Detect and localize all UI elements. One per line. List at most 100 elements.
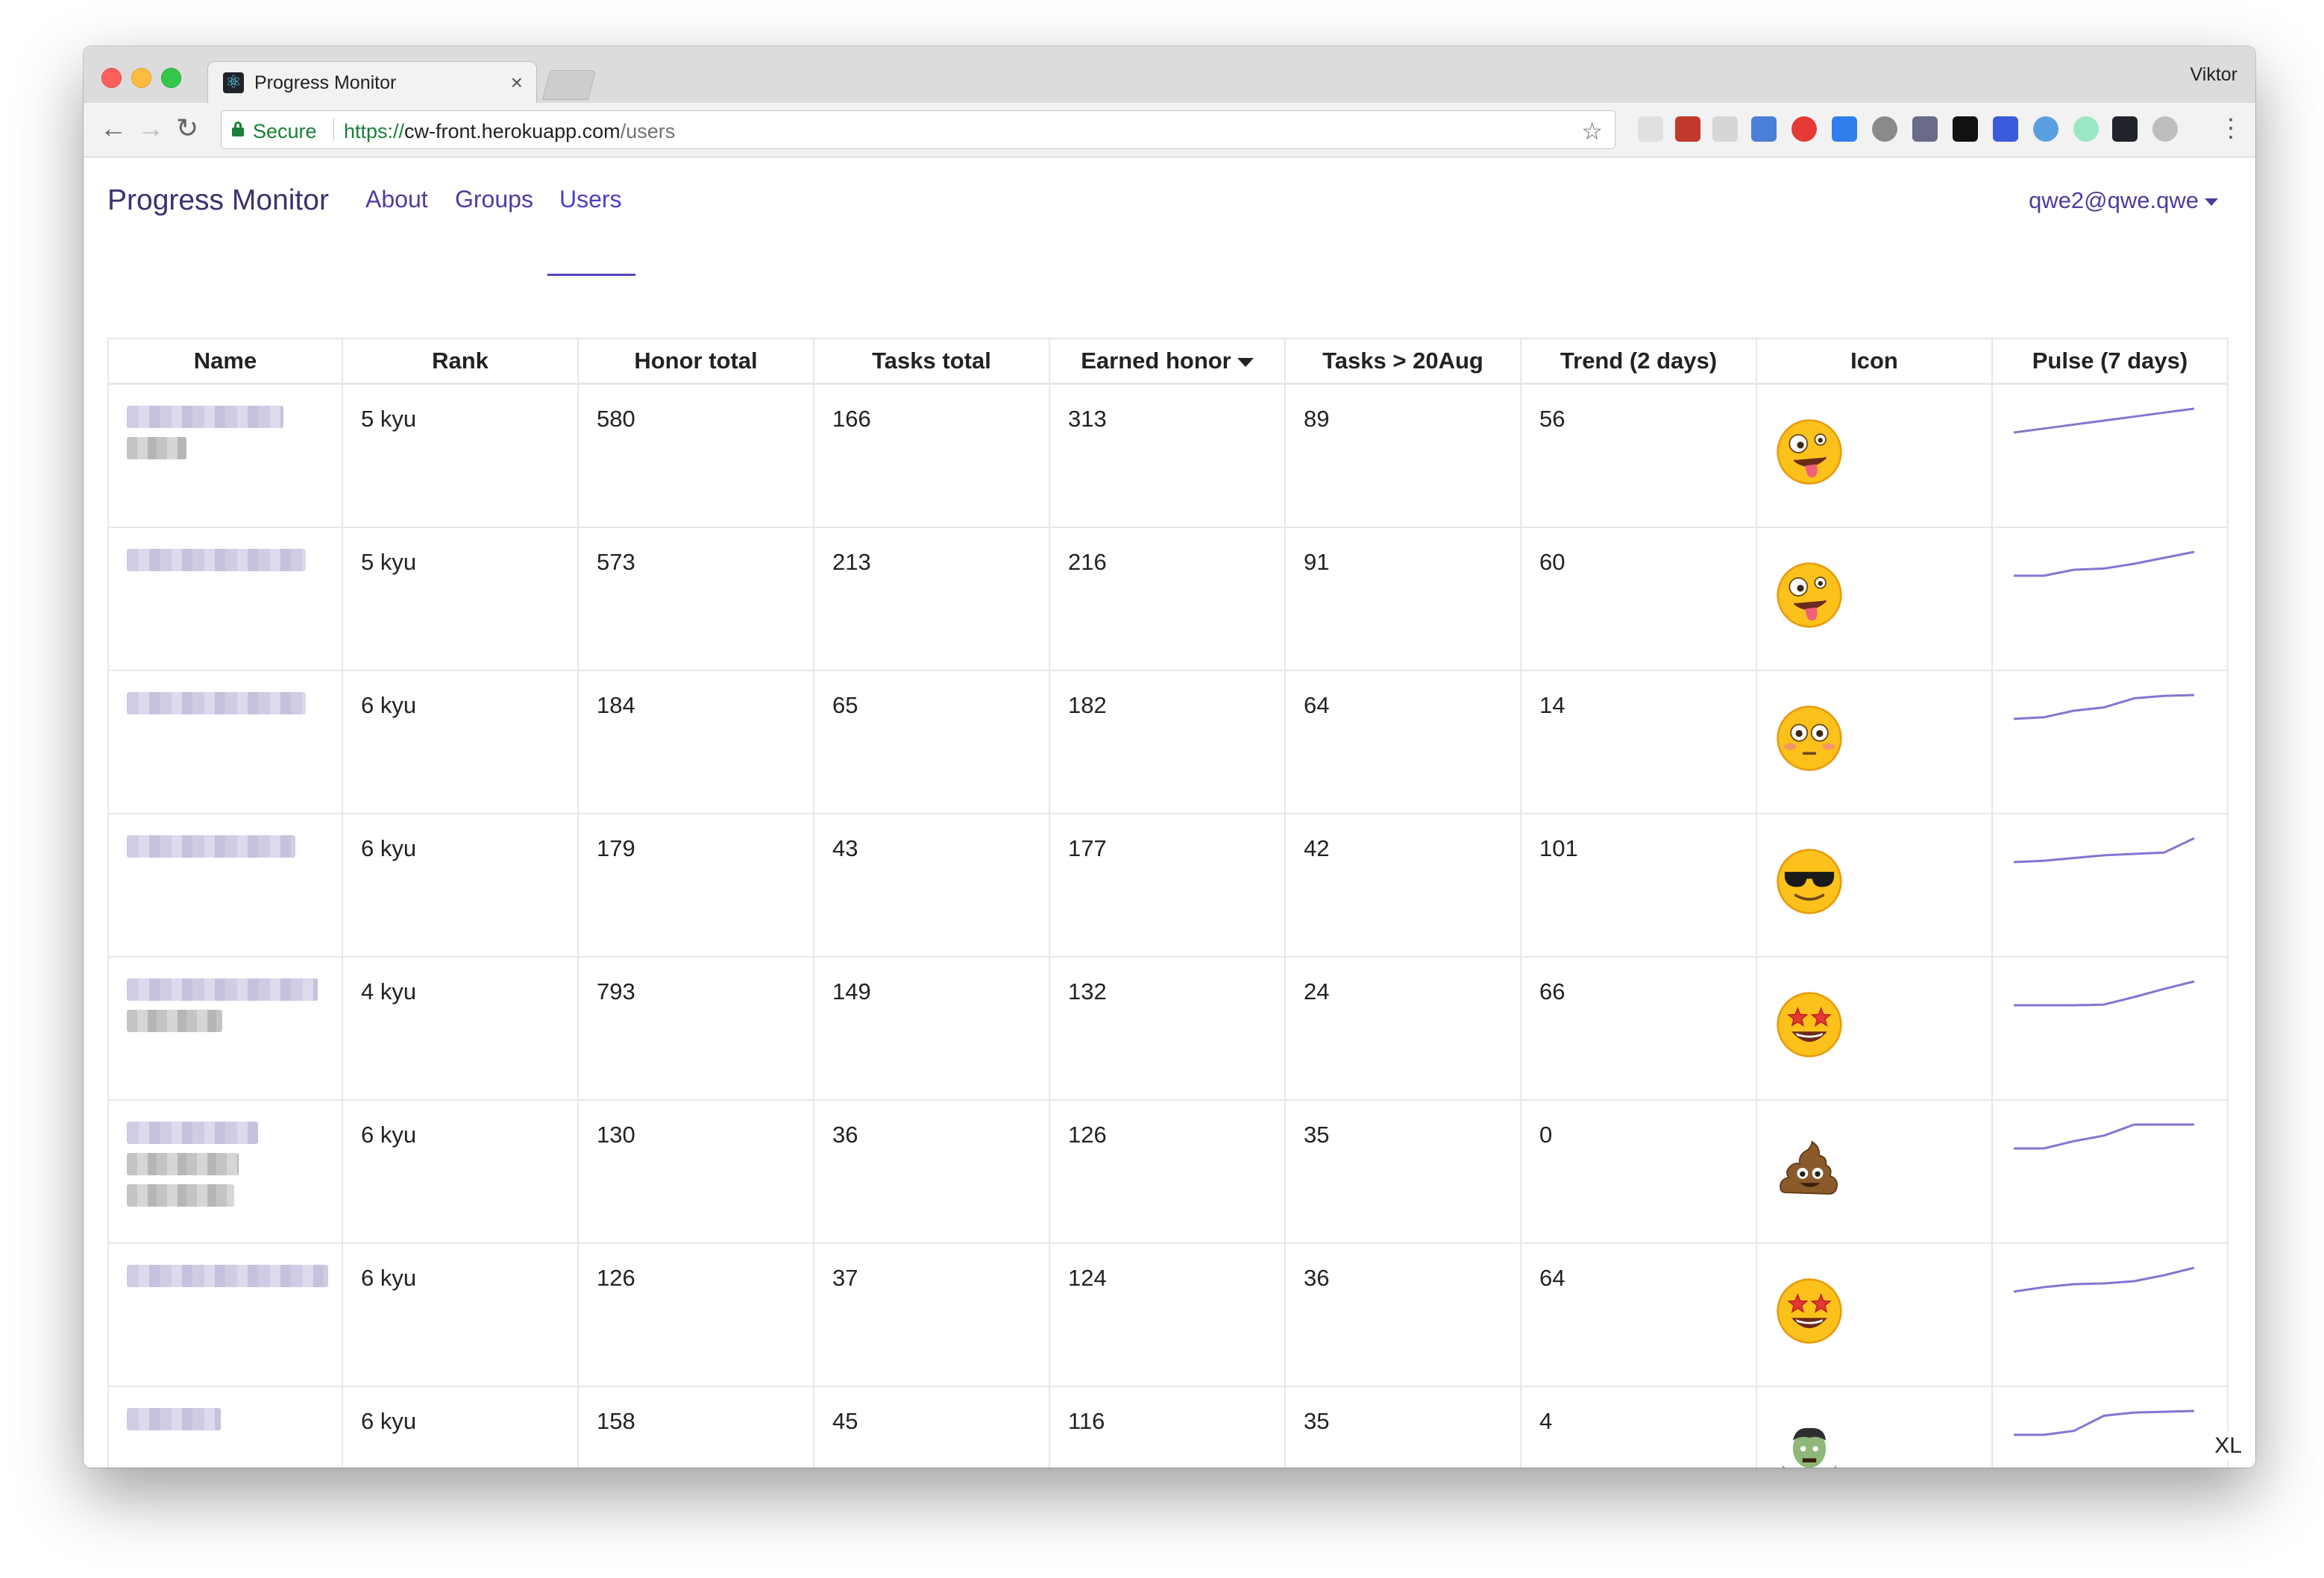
column-header-icon[interactable]: Icon (1756, 338, 1993, 385)
cell-tasks-total: 37 (813, 1242, 1050, 1387)
pulse-line (2014, 1123, 2194, 1149)
close-window-button[interactable] (101, 68, 122, 88)
cell-icon (1756, 1242, 1993, 1387)
pulse-sparkline (2013, 837, 2195, 863)
pulse-line (2014, 980, 2195, 1006)
cell-pulse (1991, 669, 2229, 814)
pulse-line (2014, 1409, 2195, 1436)
cell-name (107, 526, 343, 671)
column-header-trend[interactable]: Trend (2 days) (1520, 338, 1757, 385)
blurred-name (127, 406, 283, 428)
extension-eyedropper-icon[interactable] (1912, 116, 1938, 142)
minimize-window-button[interactable] (131, 68, 151, 88)
table-row: 6 kyu 130 36 126 35 0 (107, 1098, 2229, 1244)
cell-earned-honor: 116 (1049, 1385, 1286, 1468)
tab-close-icon[interactable]: × (511, 71, 523, 95)
column-header-earned-honor[interactable]: Earned honor (1049, 338, 1286, 385)
pulse-line (2014, 550, 2195, 576)
address-bar[interactable]: Secure https://cw-front.herokuapp.com/us… (221, 110, 1615, 149)
cell-tasks-since: 35 (1284, 1385, 1521, 1468)
cell-honor-total: 573 (577, 526, 814, 671)
cell-trend: 14 (1520, 669, 1757, 814)
new-tab-button[interactable] (542, 70, 596, 100)
cell-tasks-total: 36 (813, 1098, 1050, 1244)
cell-icon (1756, 1098, 1993, 1244)
pulse-sparkline (2013, 407, 2195, 434)
cell-tasks-since: 89 (1284, 383, 1521, 528)
cell-pulse (1991, 1098, 2229, 1244)
browser-tab[interactable]: ⚛ Progress Monitor × (207, 61, 537, 103)
pulse-line (2013, 837, 2195, 863)
cell-name (107, 1098, 343, 1244)
extension-person-icon[interactable] (1712, 116, 1738, 142)
cell-earned-honor: 313 (1049, 383, 1286, 528)
table-row: 6 kyu 126 37 124 36 64 (107, 1242, 2229, 1387)
blurred-name (127, 437, 186, 459)
table-row: 6 kyu 184 65 182 64 14 (107, 669, 2229, 814)
cell-honor-total: 184 (577, 669, 814, 814)
back-arrow-icon[interactable]: ← (100, 113, 127, 143)
forward-arrow-icon[interactable]: → (137, 113, 164, 143)
url-separator (333, 119, 334, 141)
column-header-rank[interactable]: Rank (342, 338, 579, 385)
bookmark-star-icon[interactable]: ☆ (1581, 117, 1603, 145)
nav-link-users[interactable]: Users (559, 186, 622, 213)
browser-menu-icon[interactable]: ⋮ (2218, 113, 2243, 143)
brand-title[interactable]: Progress Monitor (107, 184, 329, 217)
browser-toolbar: ← → ↻ Secure https://cw-front.herokuapp.… (84, 103, 2255, 157)
reload-icon[interactable]: ↻ (176, 113, 198, 143)
pulse-sparkline (2013, 1266, 2195, 1292)
cell-honor-total: 580 (577, 383, 814, 528)
user-email: qwe2@qwe.qwe (2029, 187, 2199, 213)
table-row: 6 kyu 158 45 116 35 4 (107, 1385, 2229, 1468)
zany-face-icon (1777, 419, 1842, 485)
extension-react-icon[interactable] (2112, 116, 2138, 142)
column-header-honor-total[interactable]: Honor total (577, 338, 814, 385)
cell-icon (1756, 955, 1993, 1101)
cell-name (107, 1242, 343, 1387)
profile-name[interactable]: Viktor (2190, 64, 2237, 86)
extension-screenshot-icon[interactable] (1832, 116, 1857, 142)
zombie-icon (1782, 1427, 1837, 1468)
column-header-tasks-total[interactable]: Tasks total (813, 338, 1050, 385)
extension-translate-icon[interactable] (1751, 116, 1777, 142)
extension-json-icon[interactable] (1638, 116, 1663, 142)
maximize-window-button[interactable] (161, 68, 181, 88)
cell-earned-honor: 182 (1049, 669, 1286, 814)
extension-bug-icon[interactable] (1872, 116, 1897, 142)
cell-tasks-total: 65 (813, 669, 1050, 814)
extension-globe-icon[interactable] (2033, 116, 2058, 142)
star-struck-face-icon (1777, 1277, 1842, 1344)
extension-circle-icon[interactable] (2152, 116, 2178, 142)
extension-color-icon[interactable] (2073, 116, 2099, 142)
nav-link-about[interactable]: About (365, 186, 428, 213)
extension-opera-icon[interactable] (1791, 116, 1817, 142)
user-menu-dropdown[interactable]: qwe2@qwe.qwe (2029, 187, 2218, 214)
column-header-name[interactable]: Name (107, 338, 343, 385)
extension-badge-icon[interactable] (1675, 116, 1700, 142)
extension-grid-icon[interactable] (1993, 116, 2018, 142)
cell-pulse (1991, 383, 2229, 528)
page-content: Progress Monitor About Groups Users qwe2… (84, 157, 2255, 1468)
cell-icon (1756, 812, 1993, 958)
sunglasses-face-icon (1777, 848, 1842, 914)
cell-rank: 6 kyu (342, 1098, 579, 1244)
cell-name (107, 383, 343, 528)
cell-tasks-since: 35 (1284, 1098, 1521, 1244)
column-header-pulse[interactable]: Pulse (7 days) (1991, 338, 2229, 385)
cell-icon (1756, 526, 1993, 671)
pulse-line (2013, 407, 2195, 434)
cell-pulse (1991, 1385, 2229, 1468)
blurred-name (127, 1184, 234, 1207)
flushed-face-icon (1777, 705, 1842, 771)
cell-trend: 60 (1520, 526, 1757, 671)
column-header-tasks-since[interactable]: Tasks > 20Aug (1284, 338, 1521, 385)
extension-jb-icon[interactable] (1953, 116, 1978, 142)
cell-pulse (1991, 526, 2229, 671)
nav-link-groups[interactable]: Groups (455, 186, 533, 213)
table-row: 5 kyu 580 166 313 89 56 (107, 383, 2229, 528)
url-text[interactable]: https://cw-front.herokuapp.com/users (344, 120, 675, 143)
pulse-sparkline (2013, 694, 2195, 720)
cell-rank: 5 kyu (342, 526, 579, 671)
cell-tasks-total: 149 (813, 955, 1050, 1101)
